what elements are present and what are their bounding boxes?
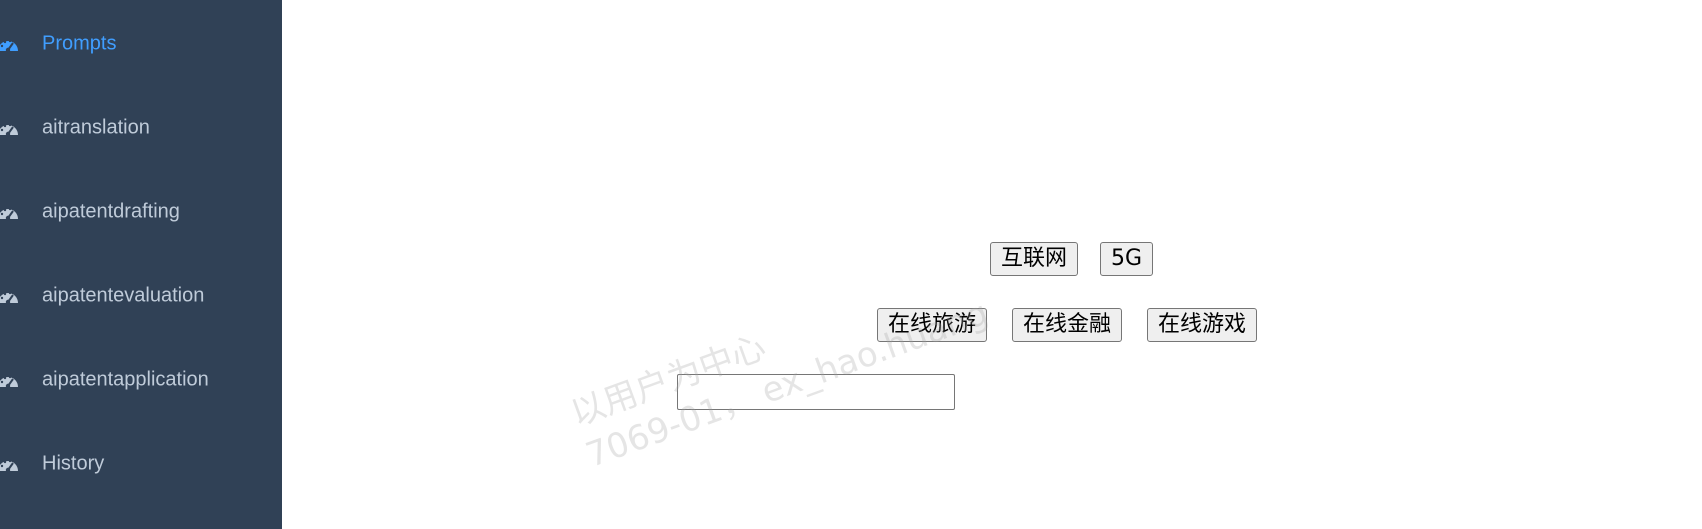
sidebar-item-prompts[interactable]: Prompts <box>0 16 282 72</box>
dashboard-icon <box>0 123 18 137</box>
sidebar-item-label: aitranslation <box>42 116 150 139</box>
5g-button[interactable]: 5G <box>1100 242 1154 276</box>
watermark: 以用户为中心 7069-01， ex_hao.huang <box>565 250 994 478</box>
online-travel-button[interactable]: 在线旅游 <box>877 308 988 342</box>
dashboard-icon <box>0 39 18 53</box>
sidebar-item-label: Prompts <box>42 32 117 55</box>
sidebar-item-label: aipatentevaluation <box>42 284 205 307</box>
dashboard-icon <box>0 207 18 221</box>
dashboard-icon <box>0 459 18 473</box>
sidebar-item-label: aipatentapplication <box>42 368 209 391</box>
sidebar-item-history[interactable]: History <box>0 436 282 492</box>
sidebar-item-aipatentevaluation[interactable]: aipatentevaluation <box>0 268 282 324</box>
sidebar-item-aipatentdrafting[interactable]: aipatentdrafting <box>0 184 282 240</box>
sidebar-item-label: History <box>42 452 105 475</box>
dashboard-icon <box>0 291 18 305</box>
dashboard-icon <box>0 375 18 389</box>
sidebar: Prompts aitranslation aipatentdrafting a… <box>0 0 282 529</box>
sidebar-item-label: aipatentdrafting <box>42 200 180 223</box>
sidebar-item-aitranslation[interactable]: aitranslation <box>0 100 282 156</box>
sidebar-item-aipatentapplication[interactable]: aipatentapplication <box>0 352 282 408</box>
text-input[interactable] <box>677 374 955 410</box>
internet-button[interactable]: 互联网 <box>990 242 1079 276</box>
online-finance-button[interactable]: 在线金融 <box>1012 308 1123 342</box>
online-game-button[interactable]: 在线游戏 <box>1147 308 1258 342</box>
